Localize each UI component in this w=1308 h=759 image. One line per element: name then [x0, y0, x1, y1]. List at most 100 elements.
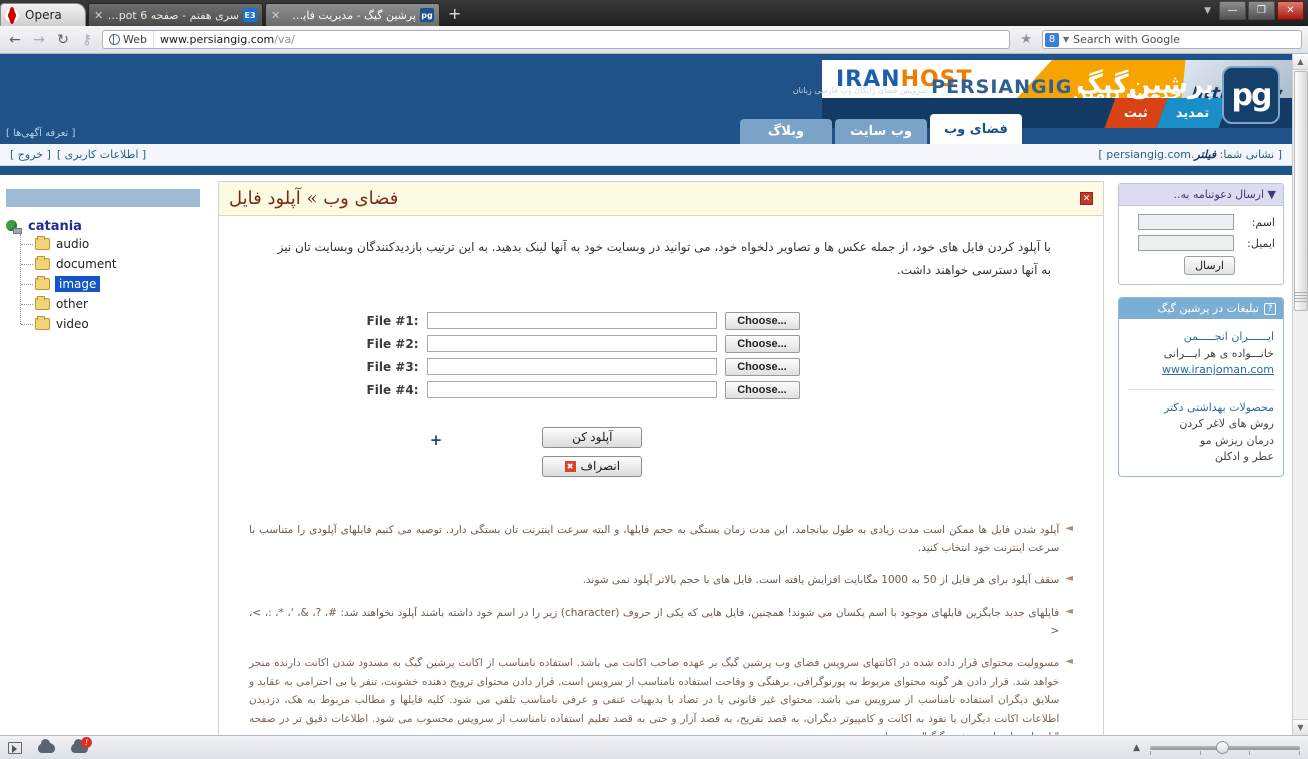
forward-icon[interactable]: →: [30, 31, 48, 49]
scroll-up-icon[interactable]: ▲: [1293, 54, 1308, 70]
address-bar[interactable]: Web www.persiangig.com/va/: [102, 30, 1011, 49]
scroll-down-icon[interactable]: ▼: [1293, 719, 1308, 735]
browser-tab-2-close-icon[interactable]: ✕: [271, 9, 280, 22]
upload-card-body: با آپلود کردن فایل های خود، از جمله عکس …: [219, 216, 1103, 735]
tree-item-document[interactable]: document: [21, 254, 200, 274]
ad-item-2-title[interactable]: محصولات بهداشتی دکتر: [1128, 400, 1274, 417]
file-3-input[interactable]: [426, 358, 717, 376]
ad-item-2-line-1: روش های لاغر کردن: [1179, 417, 1274, 430]
tab-web-space[interactable]: فضای وب: [930, 114, 1022, 144]
invite-panel-header[interactable]: ▼ ارسال دعوتنامه به..: [1119, 184, 1283, 206]
pg-logo-words: پرشین‌گیگ PERSIANGIG سرویس فضای رایگان و…: [793, 66, 1214, 98]
folder-icon: [35, 276, 50, 290]
tree-item-image[interactable]: image: [21, 274, 200, 294]
file-2-choose-button[interactable]: Choose...: [724, 334, 800, 353]
back-icon[interactable]: ←: [6, 31, 24, 49]
ad-item-1-title[interactable]: ایــــــران انجـــــمن: [1128, 329, 1274, 346]
tab-website[interactable]: وب سایت: [835, 119, 927, 144]
ad-item-2[interactable]: محصولات بهداشتی دکتر روش های لاغر کردن د…: [1128, 400, 1274, 466]
note-2-text: سقف آپلود برای هر فایل از 50 به 1000 مگا…: [582, 574, 1060, 587]
restore-button[interactable]: ❐: [1248, 1, 1275, 20]
tree-item-video[interactable]: video: [20, 314, 200, 336]
warning-badge: !: [81, 736, 92, 748]
web-badge[interactable]: Web: [103, 31, 154, 48]
upload-card: ✕ فضای وب » آپلود فایل با آپلود کردن فای…: [218, 181, 1104, 735]
scrollbar-thumb[interactable]: [1294, 71, 1308, 311]
help-icon[interactable]: ?: [1264, 302, 1276, 315]
tree-item-other[interactable]: other: [21, 294, 200, 314]
pg-logo-name-en: PERSIANGIG: [931, 76, 1073, 98]
file-4-choose-button[interactable]: Choose...: [724, 380, 800, 399]
status-bar: ! ▲: [0, 735, 1308, 759]
status-bar-right: ▲: [1133, 741, 1300, 755]
invite-email-input[interactable]: [1138, 235, 1234, 251]
invite-send-button[interactable]: ارسال: [1184, 256, 1235, 275]
invite-email-label: ایمیل:: [1247, 236, 1275, 250]
user-subdomain: فیلتر: [1194, 148, 1217, 161]
opera-menu-button[interactable]: Opera: [0, 3, 86, 26]
file-2-input[interactable]: [426, 335, 717, 353]
file-1-label: File #1:: [366, 313, 419, 328]
close-button[interactable]: ✕: [1277, 1, 1304, 20]
tab-blog[interactable]: وبلاگ: [740, 119, 832, 144]
note-3: ◄ فایلهای جدید جایگزین فایلهای موجود با …: [249, 604, 1073, 641]
file-3-choose-button[interactable]: Choose...: [724, 357, 800, 376]
page-body: ▼ ارسال دعوتنامه به.. اسم: ایمیل: ارسال: [0, 175, 1292, 735]
user-address-label: [ نشانی شما:: [1216, 148, 1282, 161]
tree-item-video-label: video: [56, 317, 89, 331]
new-tab-button[interactable]: +: [440, 4, 469, 26]
tree-children: audio document image other video: [20, 234, 200, 336]
sidebar-toggle-icon[interactable]: [8, 741, 22, 754]
add-more-files-button[interactable]: +: [430, 427, 443, 449]
browser-tab-2[interactable]: pg پرشین گیگ - مدیریت فایل ها ✕: [265, 3, 440, 26]
close-icon[interactable]: ✕: [1080, 192, 1093, 205]
cancel-button[interactable]: انصراف ✖: [542, 455, 643, 477]
reload-icon[interactable]: ↻: [54, 31, 72, 49]
chevron-down-icon[interactable]: ▼: [1204, 6, 1217, 16]
search-box[interactable]: 8 ▼ Search with Google: [1042, 30, 1302, 49]
note-4-text: مسوولیت محتوای قرار داده شده در اکانتهای…: [249, 657, 1060, 735]
file-1-input[interactable]: [426, 312, 717, 330]
cloud-warning-icon[interactable]: !: [71, 736, 92, 753]
tree-item-other-label: other: [56, 297, 88, 311]
address-url-path: /va/: [274, 33, 295, 46]
zoom-up-icon[interactable]: ▲: [1133, 743, 1140, 753]
browser-tab-1-close-icon[interactable]: ✕: [94, 9, 103, 22]
browser-tab-1[interactable]: E3 سری هفتم - صفحه Spot 6... ✕: [88, 3, 263, 26]
pg-logo-tagline: سرویس فضای رایگان وب فارسی زبانان: [792, 86, 928, 95]
browser-window: Opera E3 سری هفتم - صفحه Spot 6... ✕ pg …: [0, 0, 1308, 759]
bookmark-star-icon[interactable]: ★: [1016, 32, 1036, 47]
ad-item-1[interactable]: ایــــــران انجـــــمن خانـــواده ی هر ا…: [1128, 329, 1274, 379]
pg-logo-mark: pg: [1222, 66, 1280, 124]
minimize-button[interactable]: —: [1219, 1, 1246, 20]
google-icon[interactable]: 8: [1045, 32, 1059, 47]
file-row-1: File #1: Choose...: [241, 311, 911, 330]
file-4-label: File #4:: [366, 382, 419, 397]
cloud-icon[interactable]: [38, 738, 55, 753]
user-address: [ نشانی شما: فیلتر.persiangig.com ]: [1098, 148, 1282, 161]
search-input[interactable]: Search with Google: [1073, 33, 1180, 46]
page-scrollbar[interactable]: ▲ ▼: [1292, 54, 1308, 735]
file-row-3: File #3: Choose...: [241, 357, 911, 376]
ad-item-1-url[interactable]: www.iranjoman.com: [1128, 362, 1274, 379]
invite-name-input[interactable]: [1138, 214, 1234, 230]
globe-icon: [109, 33, 120, 45]
link-logout[interactable]: [ خروج ]: [10, 148, 51, 161]
chevron-down-icon[interactable]: ▼: [1059, 35, 1073, 44]
file-4-input[interactable]: [426, 381, 717, 399]
link-user-info[interactable]: [ اطلاعات کاربری ]: [57, 148, 146, 161]
tree-item-audio[interactable]: audio: [21, 234, 200, 254]
ads-panel: ? تبلیغات در پرشین گیگ ایــــــران انجــ…: [1118, 297, 1284, 477]
page-viewport: IRANHOST http://ww خدمات دامین انتقال تم…: [0, 54, 1308, 735]
ad-tariff-link[interactable]: [ تعرفه آگهی‌ها ]: [6, 128, 75, 139]
ads-panel-header: ? تبلیغات در پرشین گیگ: [1119, 298, 1283, 319]
upload-button[interactable]: آپلود کن: [542, 426, 643, 448]
browser-tab-1-title: سری هفتم - صفحه Spot 6...: [107, 8, 239, 22]
zoom-slider[interactable]: [1150, 741, 1300, 755]
file-1-choose-button[interactable]: Choose...: [724, 311, 800, 330]
tree-item-audio-label: audio: [56, 237, 90, 251]
file-row-2: File #2: Choose...: [241, 334, 911, 353]
key-icon[interactable]: ⚷: [78, 31, 96, 49]
file-tree: catania audio document image other video: [6, 207, 200, 336]
tree-root[interactable]: catania: [6, 219, 200, 234]
